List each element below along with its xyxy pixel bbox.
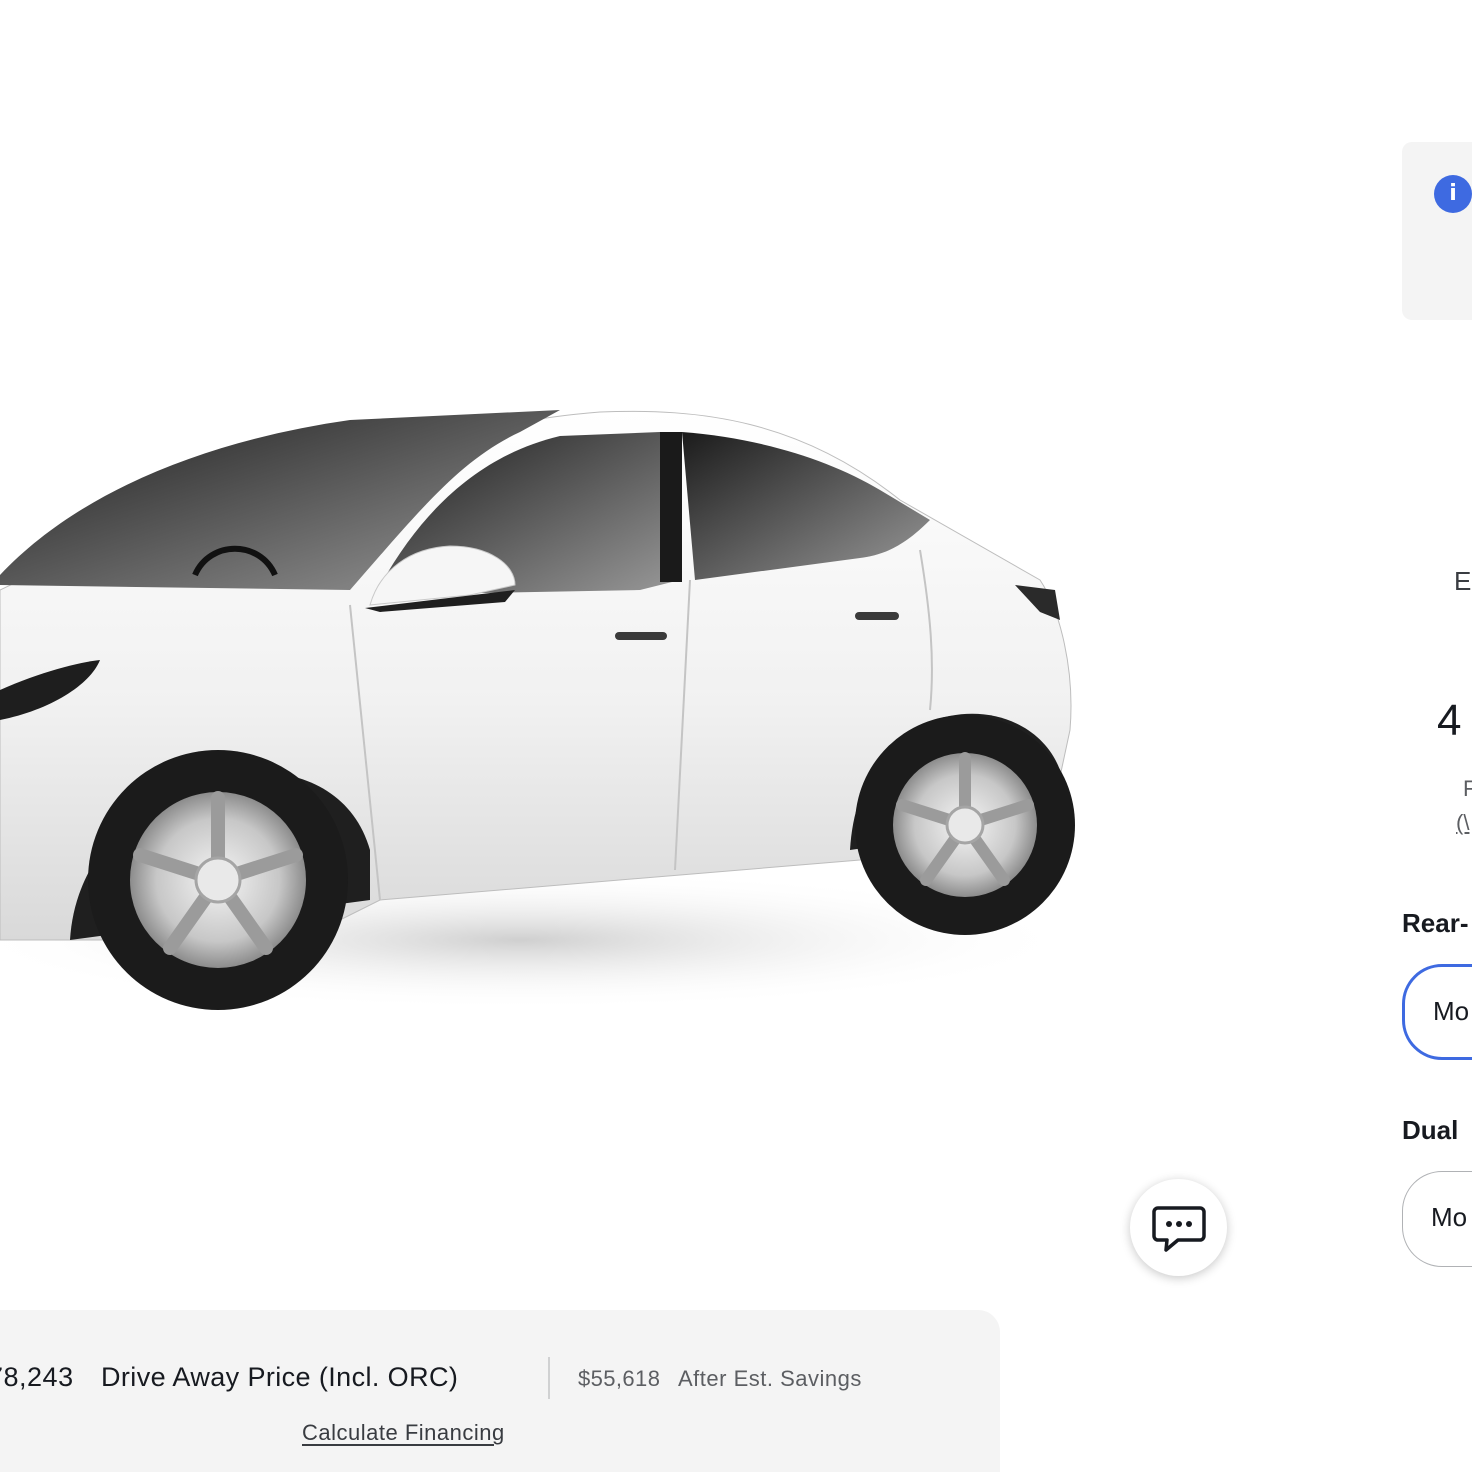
calculate-financing-link[interactable]: Calculate Financing [302,1420,505,1446]
savings-label: After Est. Savings [678,1366,862,1391]
car-image [0,380,1100,1060]
info-icon: i [1434,175,1472,213]
dual-section-title: Dual [1402,1115,1459,1145]
savings-price: $55,618 [578,1366,661,1391]
est-label: E [1454,566,1472,596]
chat-icon [1152,1206,1206,1252]
variant-option-rwd[interactable]: Mo [1402,964,1472,1060]
info-banner: i [1402,142,1472,320]
range-sublabel: F [1463,776,1472,801]
range-value: 4 [1437,696,1462,745]
variant-option-dual[interactable]: Mo [1402,1171,1472,1267]
drive-away-label: Drive Away Price (Incl. ORC) [101,1362,459,1392]
range-link[interactable]: (\ [1456,810,1469,836]
chat-button[interactable] [1130,1179,1227,1276]
configurator-page: i E 4 F (\ Rear- Mo Dual Mo 78,243 Drive… [0,0,1472,1472]
car-illustration-icon [0,410,1080,1010]
variant-option-label: Mo [1433,996,1470,1026]
price-divider [548,1357,550,1399]
variant-option-label: Mo [1431,1202,1468,1232]
drive-away-price: 78,243 [0,1362,74,1392]
rwd-section-title: Rear- [1402,908,1469,938]
